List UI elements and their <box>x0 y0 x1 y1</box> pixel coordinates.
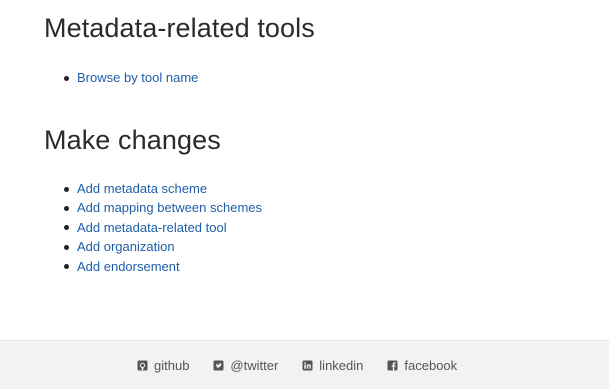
list-item: Add metadata scheme <box>64 179 262 198</box>
linkedin-label: linkedin <box>319 358 364 373</box>
footer-social-links: github @twitter linkedin facebook <box>137 358 457 373</box>
bullet-icon <box>64 205 69 211</box>
twitter-icon <box>213 360 224 371</box>
twitter-link[interactable]: @twitter <box>213 358 278 373</box>
facebook-link[interactable]: facebook <box>387 358 457 373</box>
bullet-icon <box>64 225 69 231</box>
make-changes-list: Add metadata scheme Add mapping between … <box>64 179 262 276</box>
facebook-label: facebook <box>404 358 458 373</box>
metadata-tools-list: Browse by tool name <box>64 68 198 87</box>
linkedin-link[interactable]: linkedin <box>302 358 363 373</box>
page: Metadata-related tools Browse by tool na… <box>0 0 609 389</box>
bullet-icon <box>64 186 69 192</box>
add-mapping-link[interactable]: Add mapping between schemes <box>77 200 262 215</box>
section-title-metadata-tools: Metadata-related tools <box>44 13 315 43</box>
add-endorsement-link[interactable]: Add endorsement <box>77 259 180 274</box>
add-metadata-tool-link[interactable]: Add metadata-related tool <box>77 220 227 235</box>
linkedin-icon <box>302 360 313 371</box>
twitter-label: @twitter <box>230 358 279 373</box>
add-organization-link[interactable]: Add organization <box>77 239 175 254</box>
github-link[interactable]: github <box>137 358 189 373</box>
github-icon <box>137 360 148 371</box>
footer: github @twitter linkedin facebook <box>0 340 609 389</box>
bullet-icon <box>64 264 69 270</box>
github-label: github <box>154 358 190 373</box>
list-item: Add endorsement <box>64 257 262 276</box>
section-title-make-changes: Make changes <box>44 125 221 155</box>
bullet-icon <box>64 244 69 250</box>
list-item: Add organization <box>64 237 262 256</box>
list-item: Add mapping between schemes <box>64 198 262 217</box>
list-item: Browse by tool name <box>64 68 198 87</box>
browse-by-tool-name-link[interactable]: Browse by tool name <box>77 70 198 85</box>
facebook-icon <box>387 360 398 371</box>
list-item: Add metadata-related tool <box>64 218 262 237</box>
bullet-icon <box>64 75 69 81</box>
add-metadata-scheme-link[interactable]: Add metadata scheme <box>77 181 207 196</box>
